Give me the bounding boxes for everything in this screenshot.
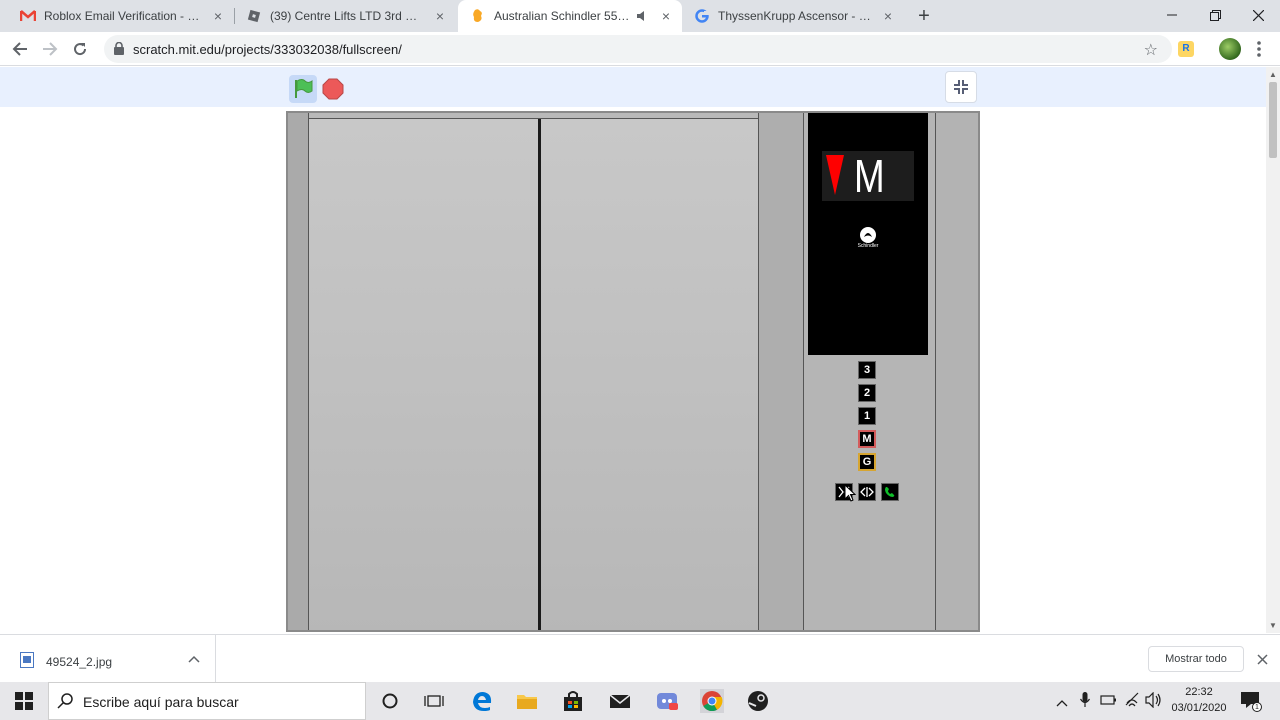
current-floor-label: M: [854, 150, 885, 202]
tab-centre-lifts[interactable]: (39) Centre Lifts LTD 3rd Generat ×: [234, 0, 456, 32]
store-icon[interactable]: [561, 689, 585, 713]
exit-fullscreen-button[interactable]: [945, 71, 977, 103]
left-door: [309, 119, 539, 630]
file-explorer-icon[interactable]: [515, 689, 539, 713]
page-scrollbar[interactable]: ▲ ▼: [1266, 67, 1280, 633]
reload-icon[interactable]: [66, 35, 94, 63]
extension-icon[interactable]: R: [1178, 41, 1194, 57]
edge-icon[interactable]: [470, 689, 494, 713]
tray-chevron-up-icon[interactable]: [1056, 694, 1068, 712]
down-arrow-icon: [826, 155, 844, 195]
battery-plug-icon[interactable]: [1100, 693, 1118, 712]
download-item[interactable]: 49524_2.jpg: [0, 635, 216, 683]
new-tab-button[interactable]: +: [914, 6, 934, 26]
close-icon[interactable]: ×: [658, 8, 674, 24]
close-icon[interactable]: ×: [210, 8, 226, 24]
speaker-icon[interactable]: [634, 8, 650, 24]
schindler-logo-icon: [860, 227, 876, 243]
search-placeholder: Escribe aquí para buscar: [83, 694, 239, 710]
search-icon: [57, 693, 73, 709]
windows-start-icon[interactable]: [12, 689, 36, 713]
download-file-name: 49524_2.jpg: [46, 655, 113, 669]
floor-indicator: M: [822, 151, 914, 201]
green-flag-button[interactable]: [289, 75, 317, 103]
right-door: [541, 119, 758, 630]
windows-taskbar: Escribe aquí para buscar 22:32 03/01/202…: [0, 682, 1280, 720]
close-window-icon[interactable]: [1236, 0, 1280, 30]
download-shelf: 49524_2.jpg Mostrar todo: [0, 634, 1280, 683]
wifi-icon[interactable]: [1124, 692, 1140, 713]
gmail-icon: [20, 8, 36, 24]
google-icon: [694, 8, 710, 24]
scroll-down-icon[interactable]: ▼: [1269, 621, 1277, 630]
address-bar[interactable]: scratch.mit.edu/projects/333032038/fulls…: [104, 35, 1172, 63]
tab-strip: Roblox Email Verification - noahr × (39)…: [0, 0, 1280, 32]
clock-date[interactable]: 03/01/2020: [1170, 702, 1228, 714]
avatar[interactable]: [1219, 38, 1241, 60]
alarm-phone-button[interactable]: [881, 483, 899, 501]
green-flag-icon: [295, 79, 313, 98]
floor-button-2[interactable]: 2: [858, 384, 876, 402]
stop-button[interactable]: [322, 78, 344, 100]
brand-label: Schindler: [857, 243, 879, 249]
mail-icon[interactable]: [608, 689, 632, 713]
tab-google-search[interactable]: ThyssenKrupp Ascensor - Búsque ×: [682, 0, 904, 32]
taskbar-search-box[interactable]: Escribe aquí para buscar: [48, 682, 366, 720]
minimize-icon[interactable]: [1150, 0, 1194, 30]
back-icon[interactable]: [6, 35, 34, 63]
tab-gmail[interactable]: Roblox Email Verification - noahr ×: [8, 0, 234, 32]
browser-toolbar: scratch.mit.edu/projects/333032038/fulls…: [0, 32, 1280, 66]
mouse-cursor-icon: [844, 484, 856, 502]
bookmark-star-icon[interactable]: ☆: [1144, 40, 1158, 60]
microphone-icon[interactable]: [1079, 692, 1091, 713]
volume-icon[interactable]: [1145, 691, 1163, 713]
image-file-icon: [20, 652, 34, 668]
discord-icon[interactable]: [655, 689, 679, 713]
close-icon[interactable]: ×: [880, 8, 896, 24]
floor-display-panel: M Schindler: [808, 113, 928, 355]
tab-scratch-lift[interactable]: Australian Schindler 5500 lift ×: [458, 0, 682, 32]
restore-icon[interactable]: [1193, 0, 1237, 30]
stop-sign-icon: [322, 78, 344, 100]
phone-icon: [885, 487, 895, 497]
floor-button-m[interactable]: M: [858, 430, 876, 448]
exit-fullscreen-icon: [954, 80, 968, 94]
frame-line: [935, 113, 936, 630]
steam-icon[interactable]: [746, 689, 770, 713]
scratch-stage[interactable]: M Schindler 3 2 1 M G: [286, 111, 980, 632]
tab-title: (39) Centre Lifts LTD 3rd Generat: [270, 9, 426, 23]
url-text: scratch.mit.edu/projects/333032038/fulls…: [133, 42, 402, 57]
close-icon[interactable]: ×: [432, 8, 448, 24]
menu-dots-icon[interactable]: [1256, 40, 1262, 58]
chrome-icon[interactable]: [700, 689, 724, 713]
floor-button-g[interactable]: G: [858, 453, 876, 471]
left-door-frame: [288, 113, 309, 630]
show-all-button[interactable]: Mostrar todo: [1148, 646, 1244, 672]
roblox-icon: [246, 8, 262, 24]
scratch-icon: [470, 8, 486, 24]
cortana-icon[interactable]: [378, 689, 402, 713]
scratch-stage-header: [0, 67, 1266, 107]
lock-icon[interactable]: [114, 41, 124, 60]
scrollbar-thumb[interactable]: [1269, 82, 1277, 158]
door-jamb: [759, 113, 803, 630]
notification-count-badge: 1: [1252, 702, 1262, 712]
close-download-bar-icon[interactable]: [1257, 654, 1268, 665]
tab-title: ThyssenKrupp Ascensor - Búsque: [718, 9, 874, 23]
scroll-up-icon[interactable]: ▲: [1269, 70, 1277, 79]
floor-button-1[interactable]: 1: [858, 407, 876, 425]
floor-button-3[interactable]: 3: [858, 361, 876, 379]
forward-icon[interactable]: [36, 35, 64, 63]
door-open-icon: [860, 487, 874, 497]
door-open-button[interactable]: [858, 483, 876, 501]
chevron-up-icon[interactable]: [188, 655, 200, 663]
task-view-icon[interactable]: [422, 689, 446, 713]
tab-title: Australian Schindler 5500 lift: [494, 9, 630, 23]
tab-title: Roblox Email Verification - noahr: [44, 9, 204, 23]
clock-time[interactable]: 22:32: [1184, 686, 1214, 698]
